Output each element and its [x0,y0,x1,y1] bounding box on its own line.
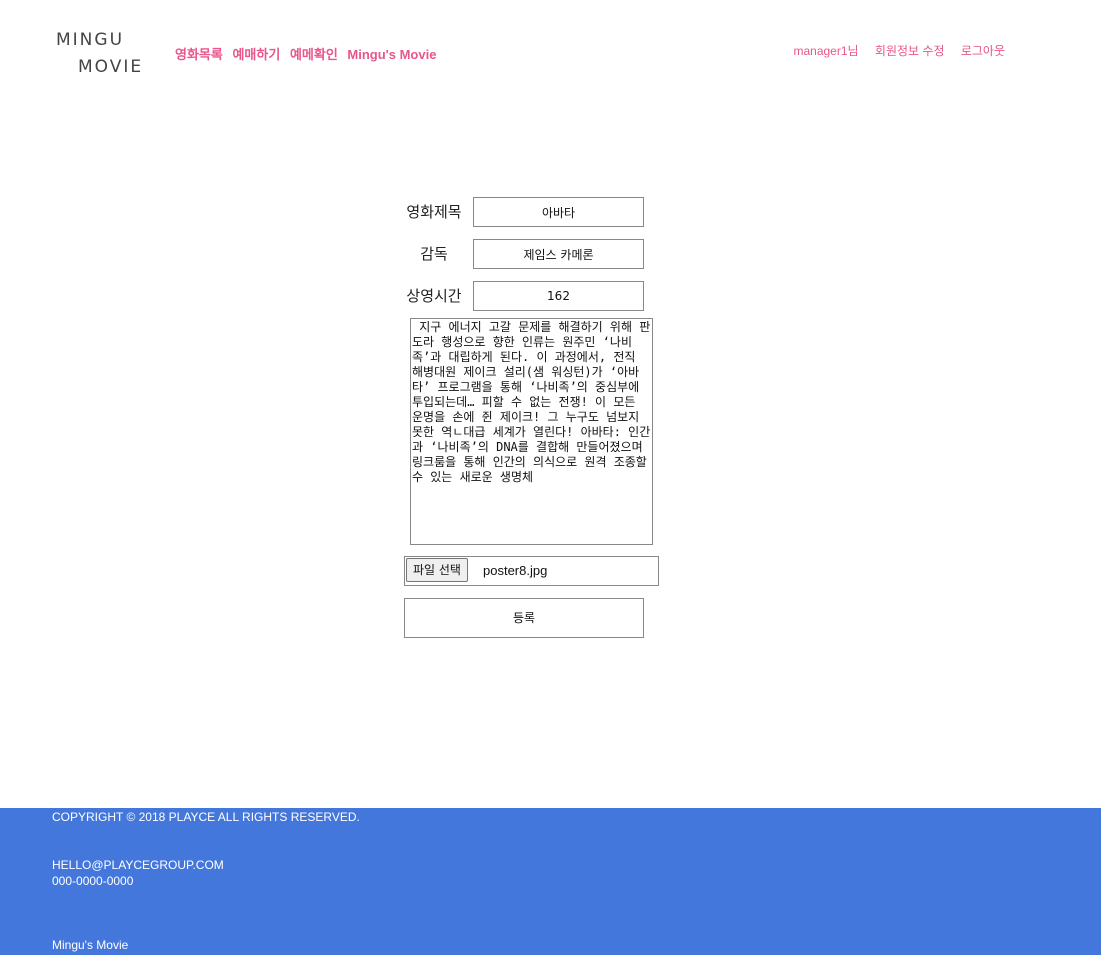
main-nav: 영화목록 예매하기 예메확인 Mingu's Movie [175,44,442,63]
user-menu: manager1님 회원정보 수정 로그아웃 [780,42,1005,59]
title-input[interactable] [473,197,644,227]
footer-site-name: Mingu's Movie [52,938,129,952]
logo-line-1: MINGU [56,30,125,50]
nav-booking[interactable]: 예매하기 [232,47,280,62]
user-name: manager1님 [793,44,859,58]
file-name: poster8.jpg [483,563,548,578]
poster-file-input[interactable]: 파일 선택 poster8.jpg [404,556,659,586]
title-label: 영화제목 [406,203,462,221]
register-button[interactable]: 등록 [404,598,644,638]
logo-line-2: MOVIE [78,57,144,77]
runtime-input[interactable] [473,281,644,311]
nav-movie-list[interactable]: 영화목록 [175,47,223,62]
runtime-label: 상영시간 [406,287,462,305]
footer-email: HELLO@PLAYCEGROUP.COM [52,858,224,872]
description-textarea[interactable]: 지구 에너지 고갈 문제를 해결하기 위해 판도라 행성으로 향한 인류는 원주… [410,318,653,545]
footer-phone: 000-0000-0000 [52,874,134,888]
site-logo[interactable]: MINGU MOVIE [56,30,156,80]
nav-mingus-movie[interactable]: Mingu's Movie [347,47,436,62]
choose-file-button[interactable]: 파일 선택 [406,558,468,582]
nav-booking-check[interactable]: 예메확인 [290,47,338,62]
director-input[interactable] [473,239,644,269]
director-label: 감독 [420,245,448,263]
logout-link[interactable]: 로그아웃 [961,44,1005,58]
footer-copyright: COPYRIGHT © 2018 PLAYCE ALL RIGHTS RESER… [52,810,360,824]
footer: COPYRIGHT © 2018 PLAYCE ALL RIGHTS RESER… [0,808,1101,955]
edit-profile-link[interactable]: 회원정보 수정 [875,44,945,58]
